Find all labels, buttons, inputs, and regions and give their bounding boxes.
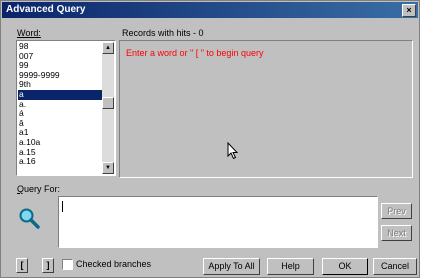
records-panel: Enter a word or " [ " to begin query — [119, 40, 413, 178]
mouse-pointer-icon — [227, 142, 239, 160]
word-label: Word: — [17, 28, 41, 38]
word-list-item[interactable]: 007 — [18, 51, 102, 62]
word-list-item[interactable]: a.16 — [18, 157, 102, 167]
ok-button[interactable]: OK — [322, 258, 368, 275]
window-title: Advanced Query — [6, 4, 86, 15]
text-caret — [62, 201, 63, 212]
records-with-hits-label: Records with hits - 0 — [122, 28, 204, 38]
query-for-label: Query For: — [17, 184, 61, 194]
help-button[interactable]: Help — [267, 258, 314, 275]
word-list-item[interactable]: á — [18, 109, 102, 119]
word-list[interactable]: 98 007 99 9999-9999 9th a a. á â a1 a.10a a.15 a.16 … — [16, 40, 116, 176]
scroll-up-icon[interactable]: ▲ — [102, 42, 114, 54]
prev-button[interactable]: Prev — [381, 203, 412, 219]
scroll-down-icon[interactable]: ▼ — [102, 162, 114, 174]
query-input[interactable] — [58, 196, 378, 248]
title-bar: Advanced Query × — [2, 2, 418, 18]
open-bracket-button[interactable]: [ — [16, 258, 28, 273]
close-bracket-button[interactable]: ] — [42, 258, 54, 273]
word-list-item[interactable]: a — [18, 89, 102, 100]
word-list-item[interactable]: â — [18, 118, 102, 129]
close-button[interactable]: × — [402, 4, 416, 17]
checked-branches-label: Checked branches — [76, 259, 152, 269]
word-list-scrollbar[interactable]: ▲ ▼ — [102, 42, 114, 174]
checked-branches-checkbox[interactable] — [62, 259, 73, 270]
records-message: Enter a word or " [ " to begin query — [126, 48, 264, 58]
advanced-query-dialog: Advanced Query × Word: Records with hits… — [0, 0, 420, 278]
apply-to-all-button[interactable]: Apply To All — [203, 258, 260, 275]
next-button[interactable]: Next — [381, 225, 412, 241]
magnifier-icon — [19, 208, 40, 229]
word-list-item[interactable]: a. — [18, 99, 102, 110]
cancel-button[interactable]: Cancel — [373, 258, 417, 275]
word-list-item[interactable]: 9th — [18, 80, 102, 90]
word-list-items: 98 007 99 9999-9999 9th a a. á â a1 a.10a a.15 a.16 — [18, 41, 102, 167]
scroll-thumb[interactable] — [102, 97, 114, 109]
